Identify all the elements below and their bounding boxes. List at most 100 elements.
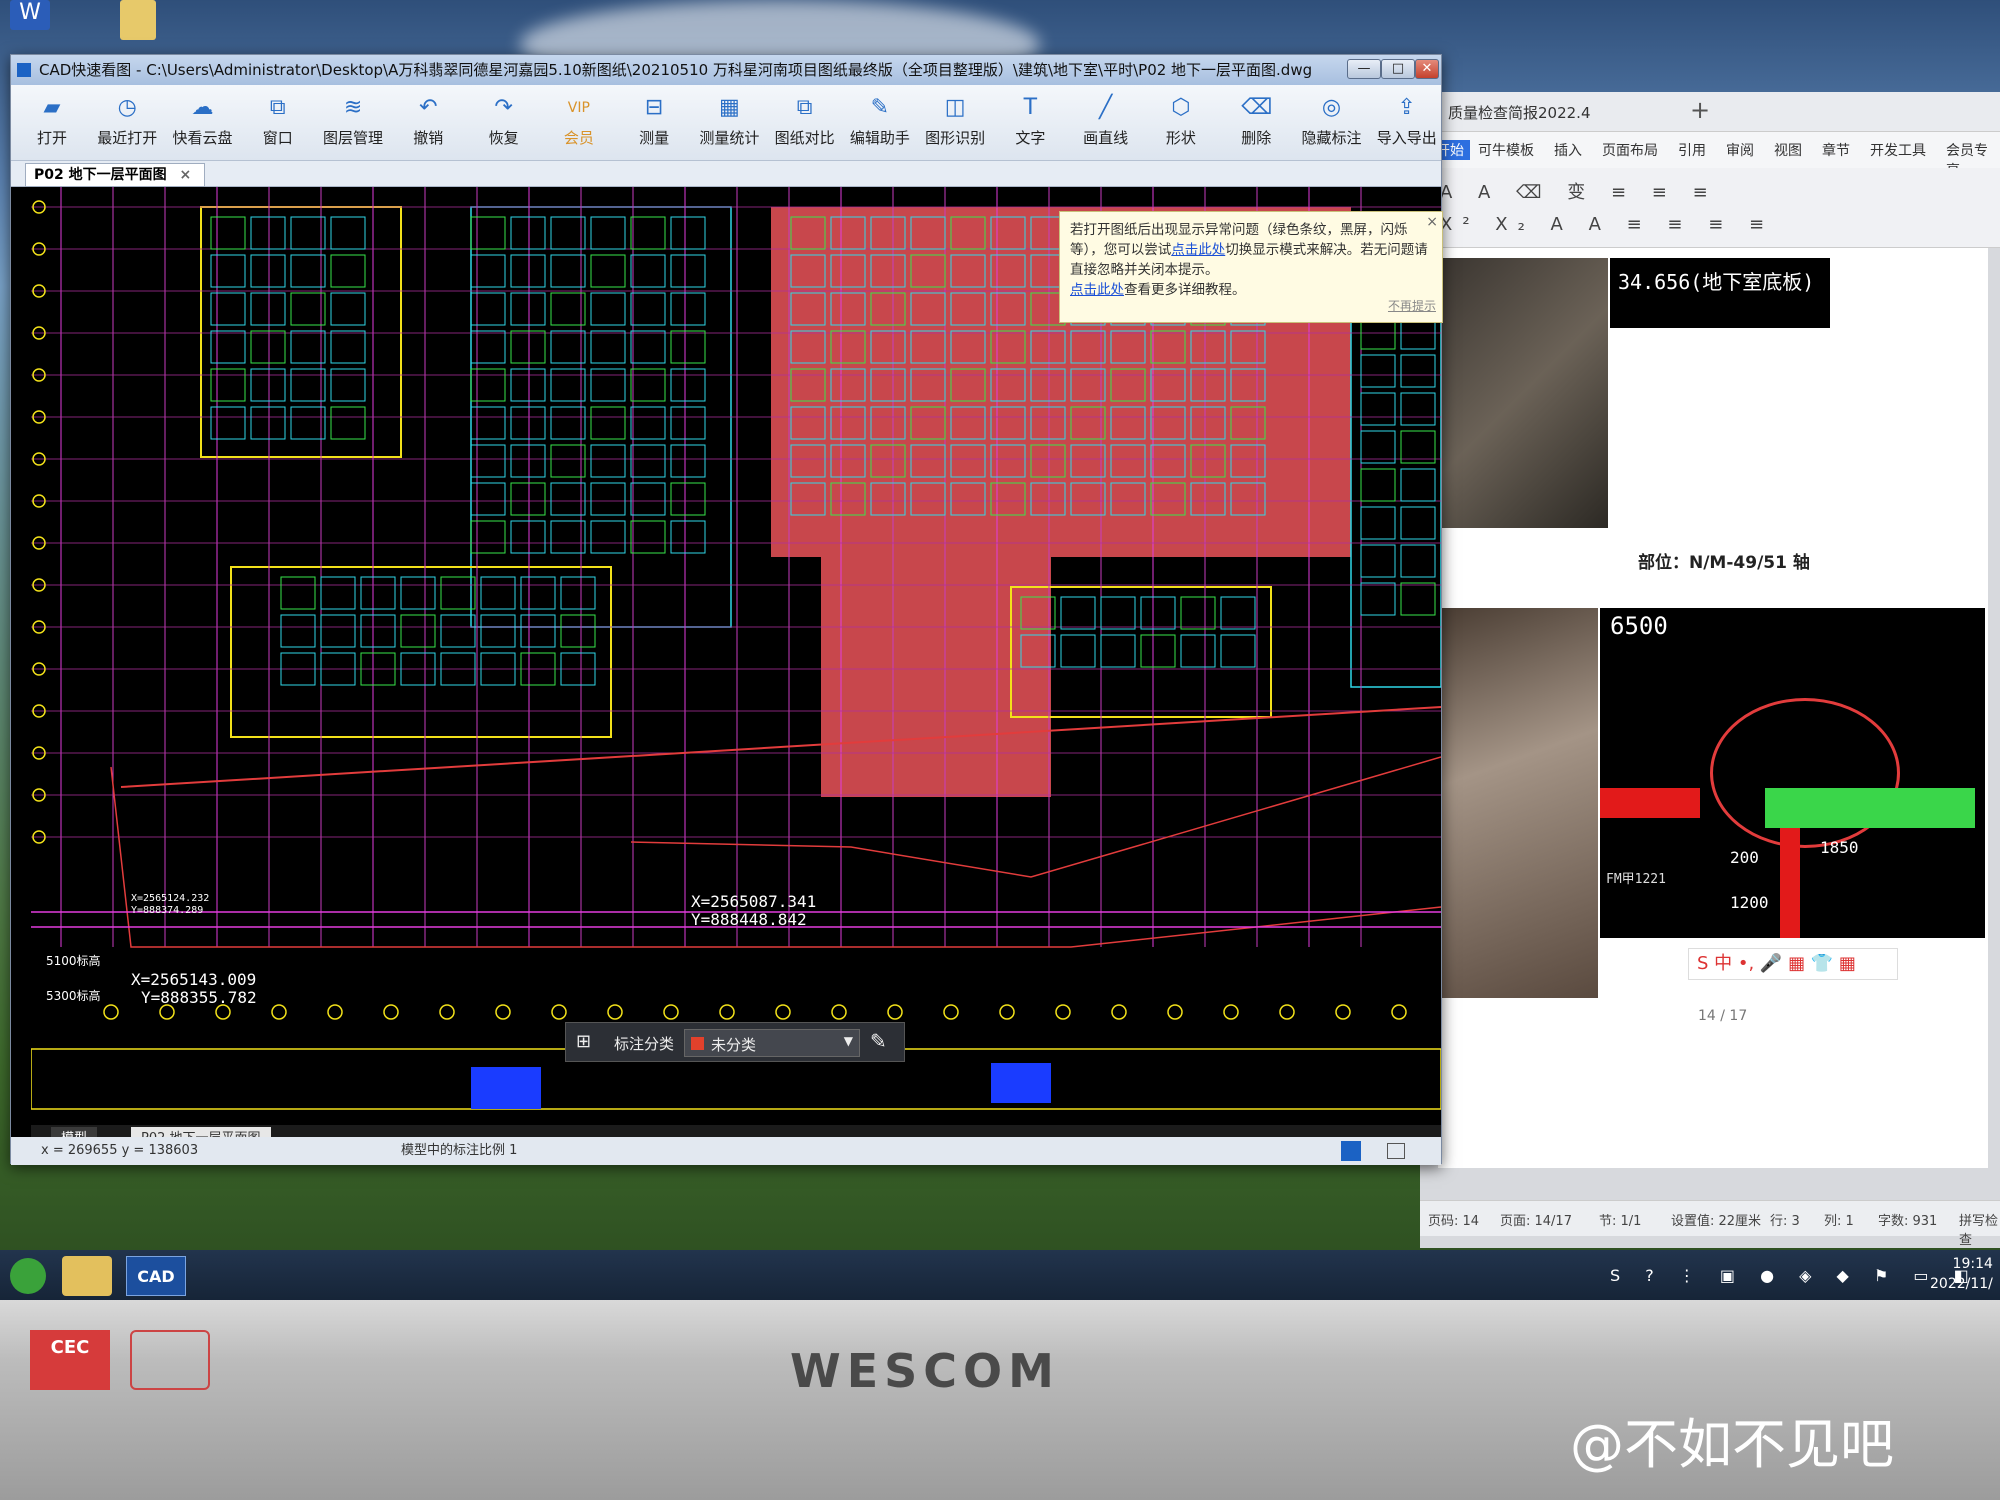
export-icon: ⇪ bbox=[1397, 95, 1416, 120]
boundary-line bbox=[120, 706, 1441, 788]
toolbar-button-18[interactable]: ⇪ 导入导出 bbox=[1370, 85, 1444, 161]
toolbar-button-10[interactable]: ⧉ 图纸对比 bbox=[768, 85, 842, 161]
drawing-tab[interactable]: P02 地下一层平面图 × bbox=[25, 163, 205, 187]
plan-cell bbox=[360, 576, 396, 610]
notice-switch-link[interactable]: 点击此处 bbox=[1171, 242, 1225, 258]
toolbar-button-6[interactable]: ↷ 恢复 bbox=[467, 85, 541, 161]
plan-cell bbox=[470, 292, 506, 326]
tab-close-icon[interactable]: × bbox=[180, 167, 192, 183]
notice-close-icon[interactable]: × bbox=[1426, 212, 1438, 232]
axis-bubble bbox=[1167, 1004, 1183, 1020]
ribbon-tab[interactable]: 可牛模板 bbox=[1478, 140, 1534, 160]
toolbar-button-7[interactable]: VIP 会员 bbox=[542, 85, 616, 161]
system-tray-icons[interactable]: S ? ⋮ ▣ ● ◈ ◆ ⚑ ▭ ◧ bbox=[1610, 1266, 1979, 1285]
plan-cell bbox=[320, 576, 356, 610]
classifier-value: 未分类 bbox=[711, 1036, 757, 1054]
toolbar-label: 测量统计 bbox=[699, 129, 760, 147]
undo-icon: ↶ bbox=[419, 95, 438, 120]
plan-cell bbox=[210, 406, 246, 440]
paragraph-format-icons[interactable]: X² X₂ A A ≡ ≡ ≡ ≡ bbox=[1440, 214, 1774, 235]
ribbon-tab[interactable]: 视图 bbox=[1774, 140, 1802, 160]
toolbar-button-9[interactable]: ▦ 测量统计 bbox=[692, 85, 766, 161]
plan-cell bbox=[1400, 544, 1436, 578]
tray-clock[interactable]: 19:14 2022/11/ bbox=[1930, 1254, 1993, 1294]
plan-cell bbox=[280, 576, 316, 610]
toolbar-button-14[interactable]: ╱ 画直线 bbox=[1069, 85, 1143, 161]
axis-bubble bbox=[215, 1004, 231, 1020]
cloud-icon: ☁ bbox=[191, 95, 214, 120]
ribbon-tab[interactable]: 审阅 bbox=[1726, 140, 1754, 160]
cad-taskbar-icon[interactable]: CAD bbox=[126, 1256, 186, 1296]
red-zone-lower bbox=[821, 557, 1051, 797]
toolbar-button-11[interactable]: ✎ 编辑助手 bbox=[843, 85, 917, 161]
plan-cell bbox=[1140, 634, 1176, 668]
plan-cell bbox=[590, 444, 626, 478]
plan-cell bbox=[590, 406, 626, 440]
ribbon-tab[interactable]: 开发工具 bbox=[1870, 140, 1926, 160]
plan-cell bbox=[290, 406, 326, 440]
plan-cell bbox=[250, 254, 286, 288]
toolbar-button-5[interactable]: ↶ 撤销 bbox=[391, 85, 465, 161]
toolbar-button-16[interactable]: ⌫ 删除 bbox=[1219, 85, 1293, 161]
axis-bubble bbox=[1335, 1004, 1351, 1020]
maximize-button[interactable]: □ bbox=[1381, 59, 1415, 79]
plan-cell bbox=[250, 292, 286, 326]
page-indicator: 14 / 17 bbox=[1698, 1008, 1748, 1024]
toolbar-button-12[interactable]: ◫ 图形识别 bbox=[918, 85, 992, 161]
annotation-scale: 模型中的标注比例 1 bbox=[401, 1143, 518, 1158]
ribbon-tab[interactable]: 引用 bbox=[1678, 140, 1706, 160]
plan-cell bbox=[470, 482, 506, 516]
edit-icon[interactable]: ✎ bbox=[870, 1029, 887, 1053]
plan-cell bbox=[630, 368, 666, 402]
ribbon-tab[interactable]: 章节 bbox=[1822, 140, 1850, 160]
plan-cell bbox=[1100, 634, 1136, 668]
axis-bubble bbox=[103, 1004, 119, 1020]
ribbon-tab[interactable]: 插入 bbox=[1554, 140, 1582, 160]
ribbon-tab[interactable]: 页面布局 bbox=[1602, 140, 1658, 160]
plan-cell bbox=[510, 330, 546, 364]
toolbar-button-17[interactable]: ◎ 隐藏标注 bbox=[1294, 85, 1368, 161]
plan-cell bbox=[670, 520, 706, 554]
plan-cell bbox=[670, 330, 706, 364]
classifier-select[interactable]: 未分类 ▼ bbox=[684, 1029, 860, 1057]
axis-bubble bbox=[1055, 1004, 1071, 1020]
toolbar-button-2[interactable]: ☁ 快看云盘 bbox=[166, 85, 240, 161]
folder-desktop-icon[interactable] bbox=[120, 0, 156, 40]
toolbar-button-1[interactable]: ◷ 最近打开 bbox=[90, 85, 164, 161]
category-color-swatch bbox=[691, 1037, 704, 1050]
plan-cell bbox=[670, 406, 706, 440]
close-button[interactable]: ✕ bbox=[1415, 59, 1439, 79]
display-mode-icon[interactable] bbox=[1341, 1141, 1361, 1161]
drawing-canvas[interactable]: X=2565087.341 Y=888448.842 X=2565143.009… bbox=[31, 187, 1441, 1145]
minimize-button[interactable]: — bbox=[1347, 59, 1381, 79]
toolbar-button-4[interactable]: ≋ 图层管理 bbox=[316, 85, 390, 161]
wechat-taskbar-icon[interactable] bbox=[10, 1258, 46, 1294]
ime-toolbar[interactable]: S 中 •, 🎤 ▦ 👕 ▦ bbox=[1688, 948, 1898, 980]
coord-y-center: Y=888448.842 bbox=[691, 910, 807, 929]
plan-cell bbox=[210, 368, 246, 402]
plan-cell bbox=[550, 406, 586, 440]
explorer-taskbar-icon[interactable] bbox=[62, 1256, 112, 1296]
plan-cell bbox=[440, 576, 476, 610]
axis-bubble bbox=[775, 1004, 791, 1020]
plan-cell bbox=[510, 406, 546, 440]
document-page: 34.656(地下室底板) 部位：N/M-49/51 轴 6500 1850 2… bbox=[1438, 248, 1988, 1168]
plan-cell bbox=[670, 254, 706, 288]
toolbar-button-13[interactable]: T 文字 bbox=[993, 85, 1067, 161]
notice-dismiss-link[interactable]: 不再提示 bbox=[1388, 296, 1436, 316]
new-tab-plus-icon[interactable]: + bbox=[1690, 96, 1710, 124]
toolbar-button-8[interactable]: ⊟ 测量 bbox=[617, 85, 691, 161]
wps-doc-tab[interactable]: 质量检查简报2022.4 bbox=[1448, 102, 1591, 123]
cad-status-bar: x = 269655 y = 138603 模型中的标注比例 1 bbox=[11, 1137, 1441, 1165]
axis-bubble bbox=[1279, 1004, 1295, 1020]
drawing-tab-bar: P02 地下一层平面图 × bbox=[11, 161, 1441, 187]
fullscreen-icon[interactable] bbox=[1387, 1143, 1405, 1159]
word-desktop-icon[interactable]: W bbox=[10, 0, 50, 30]
toolbar-button-3[interactable]: ⧉ 窗口 bbox=[241, 85, 315, 161]
plan-cell bbox=[320, 614, 356, 648]
toolbar-button-15[interactable]: ⬡ 形状 bbox=[1144, 85, 1218, 161]
notice-tutorial-link[interactable]: 点击此处 bbox=[1070, 282, 1124, 298]
toolbar-button-0[interactable]: ▰ 打开 bbox=[15, 85, 89, 161]
toolbar-label: 图纸对比 bbox=[774, 129, 835, 147]
font-format-icons[interactable]: A A ⌫ 变 ≡ ≡ ≡ bbox=[1440, 178, 1718, 204]
